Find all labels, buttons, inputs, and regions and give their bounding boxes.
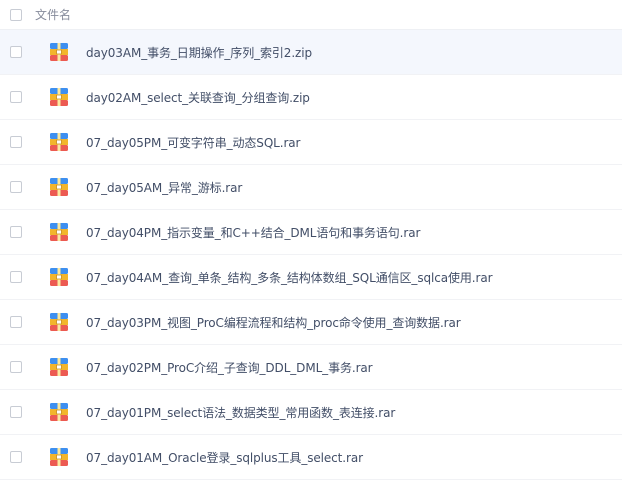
archive-icon bbox=[50, 133, 68, 151]
file-row-9[interactable]: 07_day01AM_Oracle登录_sqlplus工具_select.rar bbox=[0, 435, 622, 480]
file-name[interactable]: day02AM_select_关联查询_分组查询.zip bbox=[86, 89, 310, 106]
archive-icon bbox=[50, 403, 68, 421]
column-header-filename[interactable]: 文件名 bbox=[35, 6, 71, 23]
file-name[interactable]: 07_day04AM_查询_单条_结构_多条_结构体数组_SQL通信区_sqlc… bbox=[86, 269, 493, 286]
row-checkbox[interactable] bbox=[10, 316, 22, 328]
archive-icon bbox=[50, 313, 68, 331]
file-name[interactable]: 07_day01PM_select语法_数据类型_常用函数_表连接.rar bbox=[86, 404, 395, 421]
archive-icon bbox=[50, 178, 68, 196]
row-checkbox[interactable] bbox=[10, 226, 22, 238]
row-checkbox[interactable] bbox=[10, 181, 22, 193]
file-name[interactable]: 07_day03PM_视图_ProC编程流程和结构_proc命令使用_查询数据.… bbox=[86, 314, 461, 331]
archive-icon bbox=[50, 358, 68, 376]
select-all-checkbox[interactable] bbox=[10, 8, 22, 21]
file-row-6[interactable]: 07_day03PM_视图_ProC编程流程和结构_proc命令使用_查询数据.… bbox=[0, 300, 622, 345]
archive-icon bbox=[50, 223, 68, 241]
row-checkbox[interactable] bbox=[10, 451, 22, 463]
file-name[interactable]: 07_day01AM_Oracle登录_sqlplus工具_select.rar bbox=[86, 449, 363, 466]
file-name[interactable]: 07_day05PM_可变字符串_动态SQL.rar bbox=[86, 134, 300, 151]
file-name[interactable]: 07_day05AM_异常_游标.rar bbox=[86, 179, 242, 196]
file-row-3[interactable]: 07_day05AM_异常_游标.rar bbox=[0, 165, 622, 210]
row-checkbox[interactable] bbox=[10, 361, 22, 373]
file-row-5[interactable]: 07_day04AM_查询_单条_结构_多条_结构体数组_SQL通信区_sqlc… bbox=[0, 255, 622, 300]
file-row-1[interactable]: day02AM_select_关联查询_分组查询.zip bbox=[0, 75, 622, 120]
file-row-0[interactable]: day03AM_事务_日期操作_序列_索引2.zip bbox=[0, 30, 622, 75]
row-checkbox[interactable] bbox=[10, 46, 22, 58]
file-name[interactable]: 07_day04PM_指示变量_和C++结合_DML语句和事务语句.rar bbox=[86, 224, 420, 241]
file-row-8[interactable]: 07_day01PM_select语法_数据类型_常用函数_表连接.rar bbox=[0, 390, 622, 435]
row-checkbox[interactable] bbox=[10, 91, 22, 103]
archive-icon bbox=[50, 43, 68, 61]
file-row-4[interactable]: 07_day04PM_指示变量_和C++结合_DML语句和事务语句.rar bbox=[0, 210, 622, 255]
row-checkbox[interactable] bbox=[10, 136, 22, 148]
file-row-7[interactable]: 07_day02PM_ProC介绍_子查询_DDL_DML_事务.rar bbox=[0, 345, 622, 390]
file-list: 文件名 day03AM_事务_日期操作_序列_索引2.zip day02AM_s… bbox=[0, 0, 622, 494]
file-row-2[interactable]: 07_day05PM_可变字符串_动态SQL.rar bbox=[0, 120, 622, 165]
archive-icon bbox=[50, 88, 68, 106]
file-name[interactable]: day03AM_事务_日期操作_序列_索引2.zip bbox=[86, 44, 312, 61]
row-checkbox[interactable] bbox=[10, 406, 22, 418]
archive-icon bbox=[50, 268, 68, 286]
file-name[interactable]: 07_day02PM_ProC介绍_子查询_DDL_DML_事务.rar bbox=[86, 359, 373, 376]
row-checkbox[interactable] bbox=[10, 271, 22, 283]
archive-icon bbox=[50, 448, 68, 466]
list-header: 文件名 bbox=[0, 0, 622, 30]
